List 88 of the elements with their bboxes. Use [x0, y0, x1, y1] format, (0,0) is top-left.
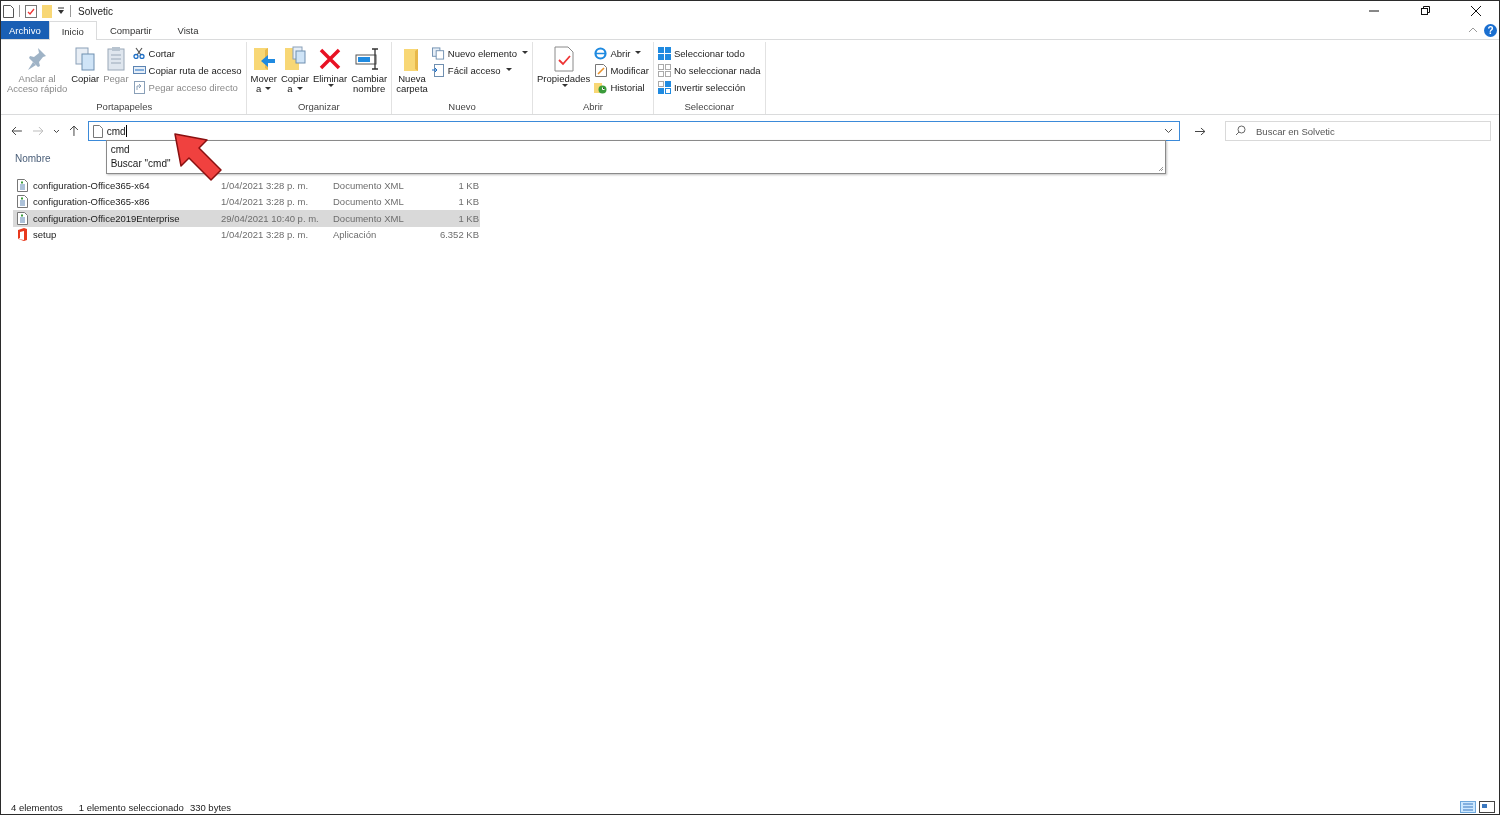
resize-grip-icon[interactable] [1157, 166, 1164, 172]
ribbon-button[interactable]: Seleccionar todo [655, 45, 763, 61]
selection-size: 330 bytes [189, 801, 232, 813]
file-size: 1 KB [457, 179, 479, 191]
file-row[interactable]: configuration-Office365-x64 1/04/2021 3:28 p. m. Documento XML 1 KB [13, 177, 480, 194]
group-label: Nuevo [447, 101, 477, 114]
ribbon-tab[interactable]: Inicio [48, 21, 97, 40]
file-date: 1/04/2021 3:28 p. m. [221, 196, 310, 208]
group-label: Seleccionar [683, 101, 736, 114]
pointer-arrow [173, 132, 223, 184]
file-row[interactable]: configuration-Office365-x86 1/04/2021 3:28 p. m. Documento XML 1 KB [13, 193, 480, 210]
file-type: Documento XML [333, 196, 405, 208]
ribbon-button[interactable]: Historial [592, 79, 651, 95]
group-label: Abrir [581, 101, 604, 114]
new-item-icon [431, 46, 445, 60]
edit-icon [594, 63, 607, 77]
file-date: 1/04/2021 3:28 p. m. [221, 179, 310, 191]
large-icons-view-icon[interactable] [1479, 801, 1495, 813]
file-row[interactable]: configuration-Office2019Enterprise 29/04/2021 10:40 p. m. Documento XML 1 KB [13, 210, 480, 227]
search-icon [1235, 125, 1246, 136]
group-label: Organizar [296, 101, 341, 114]
file-type: Aplicación [333, 229, 378, 241]
search-field[interactable]: Buscar en Solvetic [1225, 121, 1491, 141]
select-all-icon [657, 46, 671, 60]
help-button[interactable]: ? [1484, 23, 1497, 37]
chevron-down-icon[interactable] [52, 128, 60, 134]
ribbon-button[interactable]: Cortar [130, 45, 244, 61]
page-icon[interactable] [3, 4, 14, 18]
delete-icon [318, 47, 343, 71]
ribbon-button[interactable]: Fácil acceso [429, 62, 530, 78]
selection-count: 1 elemento seleccionado [78, 801, 184, 813]
collapse-ribbon-icon[interactable] [1468, 26, 1478, 34]
ribbon-button[interactable]: Nueva carpeta [394, 42, 430, 101]
file-name: configuration-Office365-x64 [33, 179, 151, 191]
ribbon-button[interactable]: Copiar ruta de acceso [130, 62, 244, 78]
xml-file-icon [17, 195, 28, 209]
file-name: configuration-Office365-x86 [33, 196, 151, 208]
xml-file-icon [17, 178, 28, 192]
ribbon-button[interactable]: Nuevo elemento [429, 45, 530, 61]
clipboard-icon [104, 46, 127, 72]
up-icon[interactable] [68, 125, 79, 137]
ribbon-button[interactable]: Propiedades [535, 42, 593, 101]
file-size: 1 KB [457, 196, 479, 208]
suggestion-item[interactable]: Buscar "cmd" [110, 157, 171, 171]
invert-selection-icon [657, 80, 671, 94]
window-title: Solvetic [78, 5, 113, 17]
file-name: configuration-Office2019Enterprise [33, 212, 181, 224]
ribbon-button[interactable]: Modificar [592, 62, 651, 78]
app-icon [17, 228, 28, 242]
file-type: Documento XML [333, 179, 405, 191]
group-label: Portapapeles [95, 101, 154, 114]
file-date: 29/04/2021 10:40 p. m. [221, 212, 320, 224]
item-count: 4 elementos [11, 801, 63, 813]
ribbon-button[interactable]: No seleccionar nada [655, 62, 763, 78]
chevron-down-icon[interactable] [1164, 128, 1174, 134]
ribbon-button[interactable]: Copiar a [278, 42, 311, 101]
file-row[interactable]: setup 1/04/2021 3:28 p. m. Aplicación 6.352 KB [13, 226, 480, 243]
file-size: 6.352 KB [438, 229, 479, 241]
file-size: 1 KB [457, 212, 479, 224]
shortcut-icon [133, 80, 145, 94]
go-arrow-icon[interactable] [1195, 126, 1206, 136]
ribbon-button[interactable]: Eliminar [310, 42, 350, 101]
xml-file-icon [17, 211, 28, 225]
scissors-icon [133, 47, 146, 59]
caret-icon[interactable] [57, 7, 65, 15]
path-icon [132, 65, 146, 75]
ribbon-button[interactable]: Copiar [69, 42, 102, 101]
ribbon-button[interactable]: Mover a [248, 42, 279, 101]
ribbon-button[interactable]: Cambiar nombre [349, 42, 390, 101]
file-date: 1/04/2021 3:28 p. m. [221, 229, 310, 241]
ribbon-tab[interactable]: Compartir [96, 21, 165, 39]
ribbon-tab[interactable]: Vista [164, 21, 212, 39]
back-icon[interactable] [11, 126, 23, 136]
column-header[interactable]: Nombre [13, 152, 51, 164]
select-none-icon [657, 63, 671, 77]
file-tab[interactable]: Archivo [1, 21, 49, 39]
ribbon-button[interactable]: Invertir selección [655, 79, 763, 95]
file-icon [92, 124, 103, 138]
browser-icon [594, 46, 608, 60]
page-check-icon[interactable] [25, 4, 37, 18]
page-check-icon [552, 45, 575, 73]
file-name: setup [33, 229, 58, 241]
copy-icon [74, 46, 97, 72]
suggestion-item[interactable]: cmd [110, 143, 130, 157]
history-icon [594, 80, 608, 94]
ribbon-button[interactable]: Abrir [592, 45, 651, 61]
pin-icon [26, 46, 49, 72]
file-type: Documento XML [333, 212, 405, 224]
